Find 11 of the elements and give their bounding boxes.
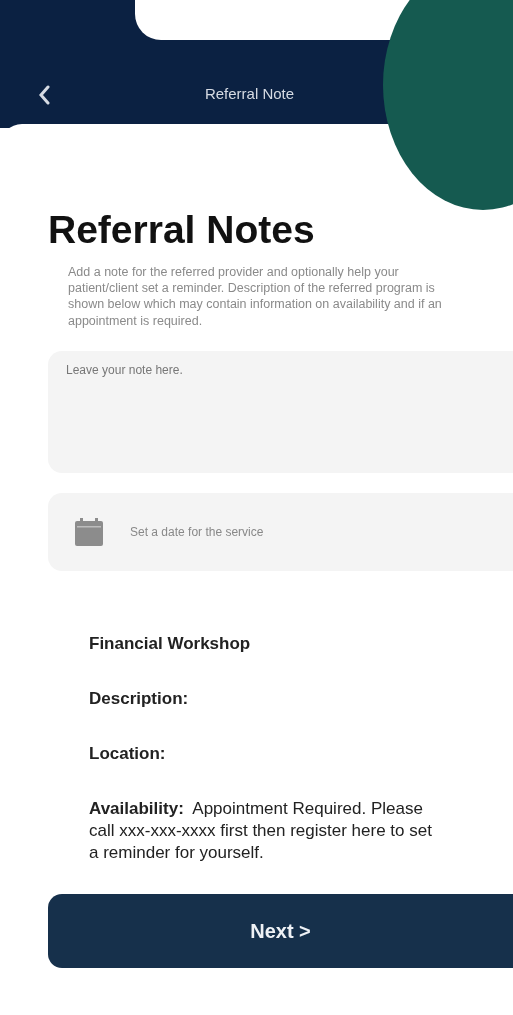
program-title: Financial Workshop <box>89 632 252 655</box>
program-detail: Availability: Appointment Required. Please call xxx-xxx-xxxx first then register here to set a reminder for yourself. <box>89 798 433 865</box>
screen-title: Referral Note <box>203 83 296 104</box>
program-detail: Description: <box>89 688 190 710</box>
next-button[interactable]: Next > <box>48 894 513 969</box>
page-heading: Referral Notes <box>48 209 316 252</box>
date-field[interactable]: Set a date for the service <box>48 492 513 571</box>
program-detail: Location: <box>89 743 167 766</box>
note-field[interactable]: Leave your note here. <box>48 350 513 473</box>
intro-text: Add a note for the referred provider and optionally help your patient/client set a reminder. Description of the referred program is shown below which may contain information on availability and if an appointment is required. <box>68 263 443 329</box>
calendar-icon <box>74 516 104 547</box>
